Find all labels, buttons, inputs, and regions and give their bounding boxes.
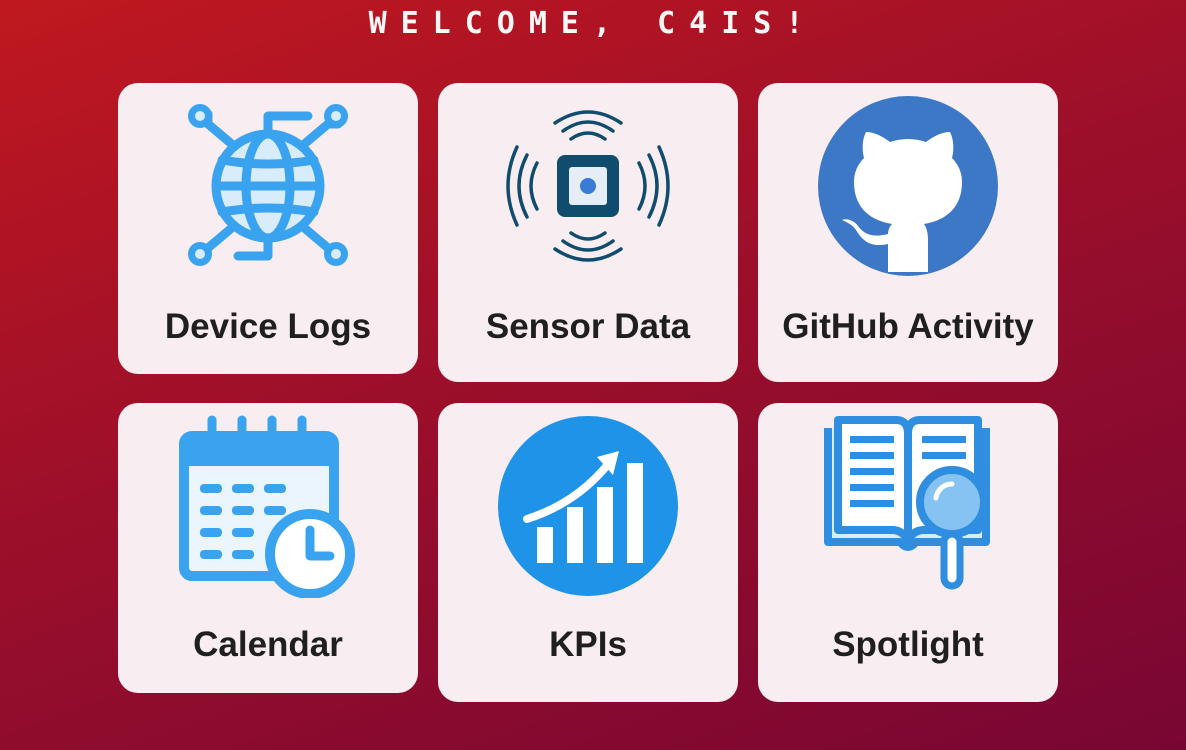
tile-label: Device Logs xyxy=(164,307,372,346)
welcome-heading: WELCOME, C4IS! xyxy=(368,6,818,41)
tile-github-activity[interactable]: GitHub Activity xyxy=(758,83,1058,382)
tile-label: GitHub Activity xyxy=(782,307,1034,346)
growth-chart-icon xyxy=(438,413,738,598)
github-icon xyxy=(758,93,1058,278)
tile-kpis[interactable]: KPIs xyxy=(438,403,738,702)
tile-spotlight[interactable]: Spotlight xyxy=(758,403,1058,702)
tile-label: KPIs xyxy=(549,625,627,664)
tile-label: Calendar xyxy=(193,625,343,664)
tile-device-logs[interactable]: Device Logs xyxy=(118,83,418,374)
globe-network-icon xyxy=(118,93,418,278)
sensor-signal-icon xyxy=(438,93,738,278)
tile-calendar[interactable]: Calendar xyxy=(118,403,418,693)
tile-sensor-data[interactable]: Sensor Data xyxy=(438,83,738,382)
tile-label: Spotlight xyxy=(832,625,984,664)
tile-label: Sensor Data xyxy=(485,307,691,346)
calendar-clock-icon xyxy=(118,413,418,598)
book-magnifier-icon xyxy=(758,413,1058,598)
